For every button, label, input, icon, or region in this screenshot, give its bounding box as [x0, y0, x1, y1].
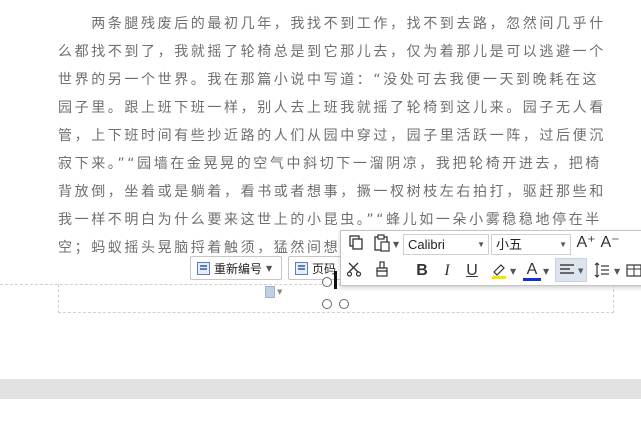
copy-icon[interactable]	[345, 234, 367, 255]
selection-handle-top[interactable]	[322, 277, 332, 287]
chevron-down-icon[interactable]: ▼	[393, 240, 399, 249]
font-name-select[interactable]: Calibri ▼	[403, 234, 489, 255]
footer-options-icon[interactable]: ▼	[265, 285, 285, 299]
paste-icon[interactable]	[371, 234, 393, 257]
underline-button[interactable]: U	[463, 261, 481, 281]
document-icon	[265, 286, 275, 298]
svg-text:▼: ▼	[578, 267, 584, 275]
renumber-icon	[197, 261, 210, 275]
chevron-down-icon: ▼	[266, 263, 273, 273]
renumber-label: 重新编号	[214, 261, 263, 276]
underline-icon: U	[466, 262, 478, 279]
font-color-button[interactable]: A	[523, 261, 541, 281]
format-painter-icon[interactable]	[371, 261, 393, 282]
chevron-down-icon[interactable]: ▼	[543, 267, 549, 276]
page-number-button[interactable]: 页码	[288, 256, 348, 280]
chevron-down-icon: ▼	[277, 288, 283, 296]
chevron-down-icon[interactable]: ▼	[614, 267, 620, 276]
bold-icon: B	[416, 262, 428, 279]
font-size-value: 小五	[496, 237, 523, 252]
font-color-icon: A	[526, 261, 538, 278]
italic-icon: I	[444, 262, 450, 279]
text-cursor	[334, 271, 337, 289]
line-spacing-icon[interactable]	[591, 261, 613, 284]
selection-handle-right[interactable]	[339, 299, 349, 309]
page-number-icon	[295, 261, 308, 275]
document-paragraph[interactable]: 两条腿残废后的最初几年，我找不到工作，找不到去路，忽然间几乎什么都找不到了，我就…	[58, 10, 613, 262]
align-button-active[interactable]: ▼	[555, 258, 587, 282]
italic-button[interactable]: I	[438, 261, 456, 281]
page-gap-band	[0, 379, 641, 399]
chevron-down-icon: ▼	[559, 240, 567, 249]
font-size-select[interactable]: 小五 ▼	[491, 234, 571, 255]
font-name-value: Calibri	[408, 237, 445, 252]
selection-handle-left[interactable]	[322, 299, 332, 309]
page-number-label: 页码	[312, 261, 337, 276]
renumber-button[interactable]: 重新编号 ▼	[190, 256, 282, 280]
bold-button[interactable]: B	[413, 261, 431, 281]
chevron-down-icon: ▼	[477, 240, 485, 249]
grow-font-button[interactable]: A⁺	[575, 233, 597, 253]
shrink-font-icon: A⁻	[600, 234, 620, 251]
shrink-font-button[interactable]: A⁻	[599, 233, 621, 253]
grow-font-icon: A⁺	[576, 234, 596, 251]
more-tools-icon[interactable]	[625, 261, 641, 284]
cut-icon[interactable]	[343, 261, 365, 282]
highlight-button[interactable]	[489, 261, 509, 284]
chevron-down-icon[interactable]: ▼	[510, 267, 516, 276]
floating-format-toolbar: ▼ Calibri ▼ 小五 ▼ A⁺ A⁻ B I U ▼ A ▼ ▼ ▼	[340, 230, 641, 286]
